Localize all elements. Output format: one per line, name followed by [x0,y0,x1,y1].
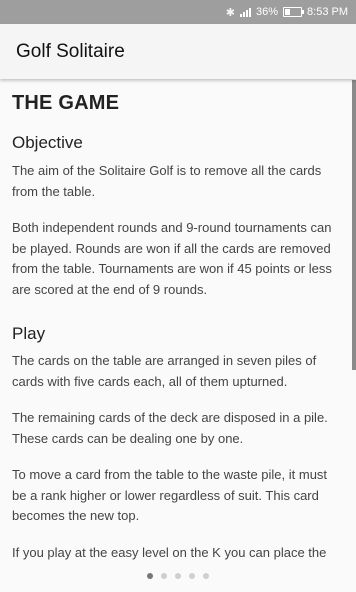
status-icons: ✱ 36% 8:53 PM [226,0,348,24]
page-heading: THE GAME [12,92,120,114]
page-dot[interactable] [161,573,167,579]
page-dot[interactable] [203,573,209,579]
scrollbar[interactable] [352,80,356,370]
paragraph: If you play at the easy level on the K y… [12,545,327,560]
app-bar: Golf Solitaire [0,24,356,79]
battery-icon [283,7,305,17]
page-dot[interactable] [175,573,181,579]
paragraph: The aim of the Solitaire Golf is to remo… [12,163,322,199]
page-indicator[interactable] [0,570,356,582]
page-dot[interactable] [147,573,153,579]
status-bar: ✱ 36% 8:53 PM [0,0,356,24]
paragraph: The remaining cards of the deck are disp… [12,410,328,446]
section-title-objective: Objective [12,133,83,152]
paragraph: Both independent rounds and 9-round tour… [12,220,332,297]
paragraph: The cards on the table are arranged in s… [12,353,317,389]
bluetooth-icon: ✱ [225,6,235,19]
paragraph: To move a card from the table to the was… [12,467,328,523]
rules-content[interactable]: THE GAME Objective The aim of the Solita… [0,80,356,592]
app-title: Golf Solitaire [16,41,125,62]
section-title-play: Play [12,324,46,343]
clock: 8:53 PM [307,6,348,18]
battery-percent: 36% [256,6,279,18]
page-dot[interactable] [189,573,195,579]
signal-icon [240,7,251,17]
